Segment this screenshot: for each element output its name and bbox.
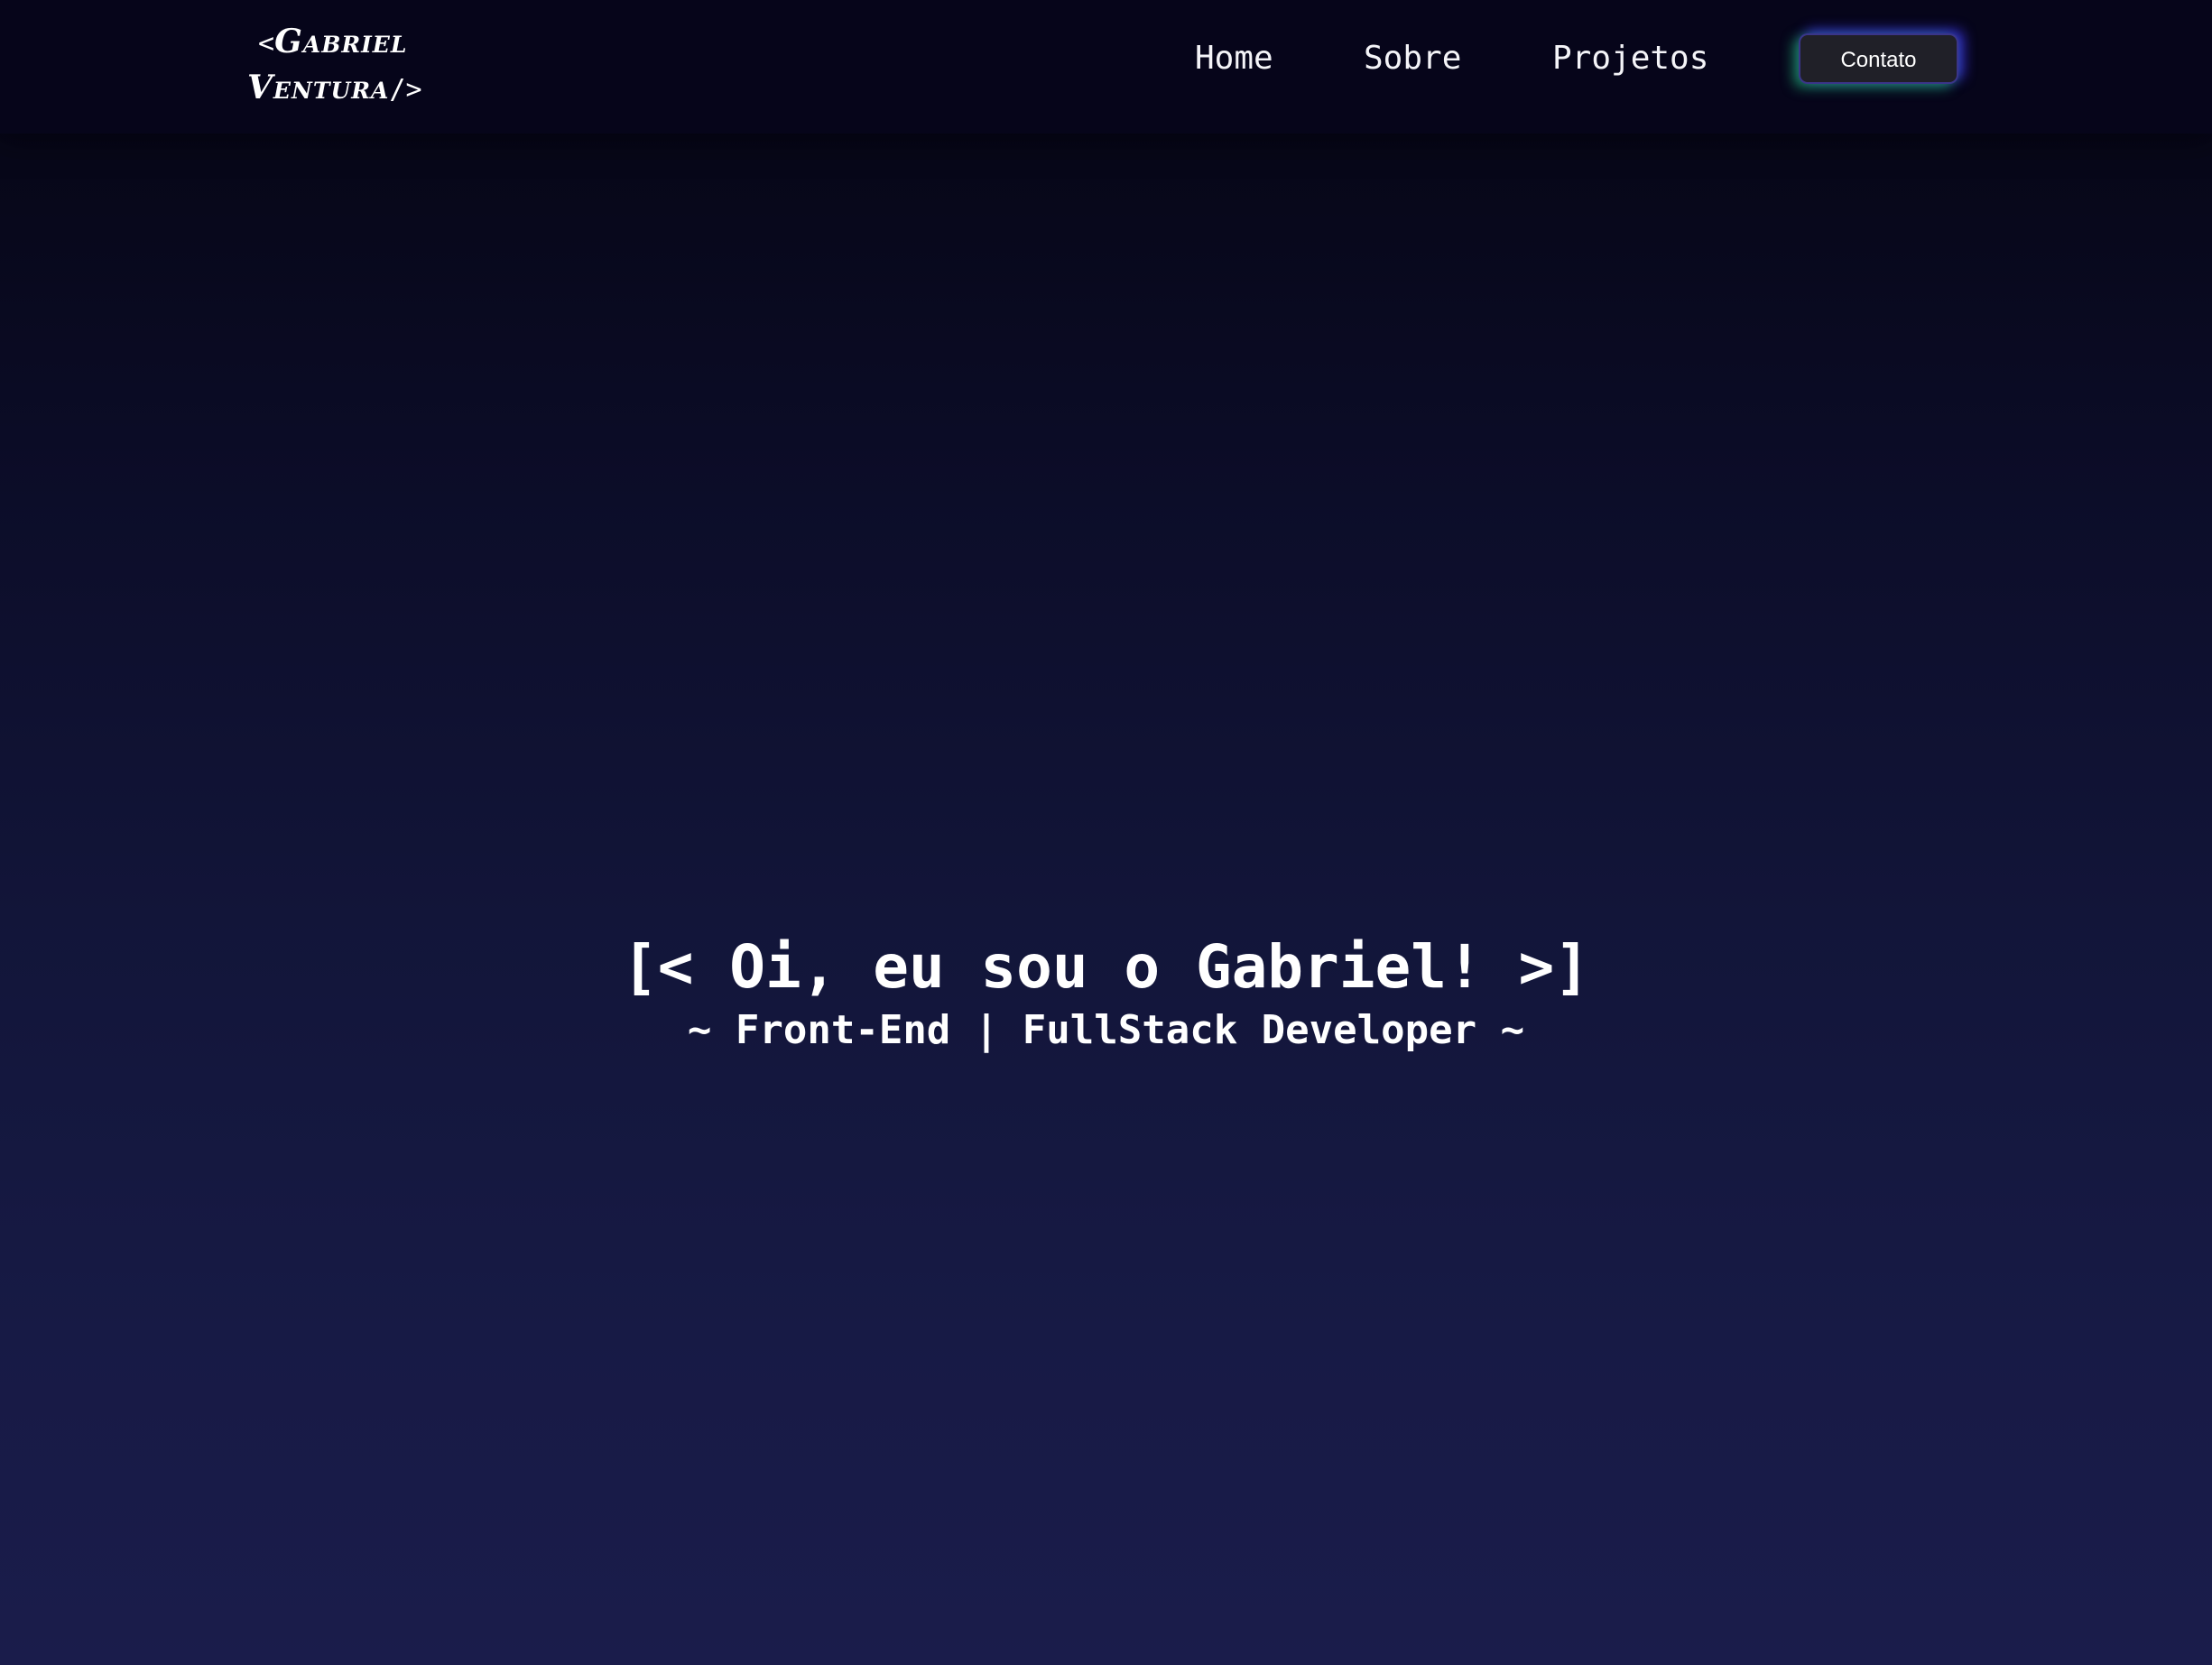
logo-line-2: Ventura/> xyxy=(247,68,455,114)
contact-button[interactable]: Contato xyxy=(1799,33,1958,84)
hero-section: [< Oi, eu sou o Gabriel! >] ~ Front-End … xyxy=(0,930,2212,1056)
logo-last-name: Ventura xyxy=(247,69,390,106)
logo-line-1: <Gabriel xyxy=(247,22,455,68)
logo-close-tag: /> xyxy=(389,74,422,106)
hero-subtitle: ~ Front-End | FullStack Developer ~ xyxy=(687,1007,1525,1053)
logo-open-bracket: < xyxy=(258,28,275,60)
nav-link-home[interactable]: Home xyxy=(1195,36,1273,81)
nav-link-sobre[interactable]: Sobre xyxy=(1364,36,1461,81)
site-logo[interactable]: <Gabriel Ventura/> xyxy=(247,22,455,114)
logo-first-name: Gabriel xyxy=(274,23,408,60)
hero-title: [< Oi, eu sou o Gabriel! >] xyxy=(622,932,1590,1002)
site-header: <Gabriel Ventura/> Home Sobre Projetos C… xyxy=(0,0,2212,134)
nav-link-projetos[interactable]: Projetos xyxy=(1552,36,1708,81)
